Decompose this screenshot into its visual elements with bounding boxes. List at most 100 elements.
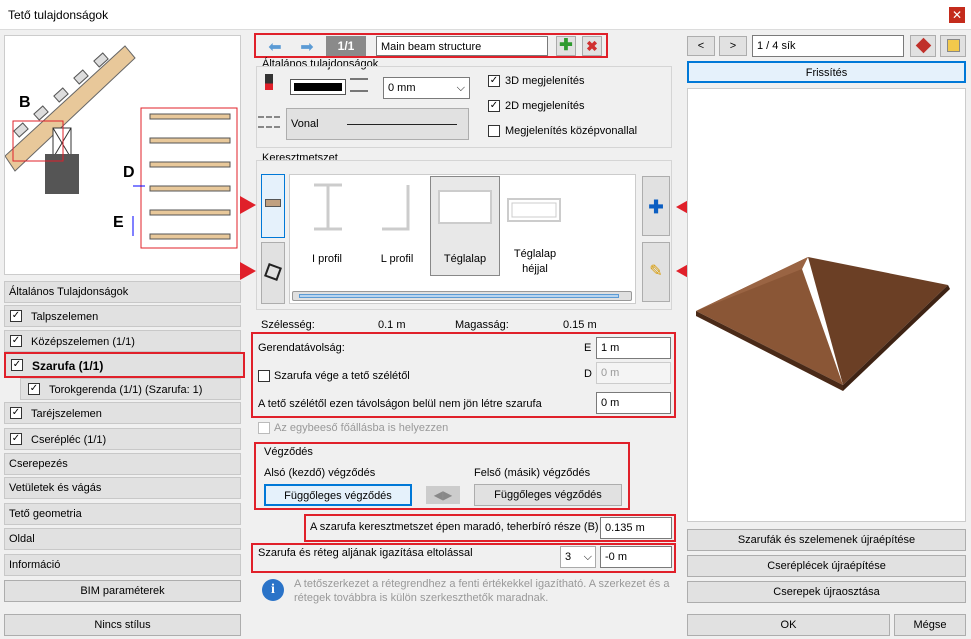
torokgerenda-checkbox[interactable]: ✓: [28, 383, 40, 395]
bucket-icon: [264, 263, 282, 281]
line-weight-icon: [350, 78, 368, 92]
height-value: 0.15 m: [563, 319, 597, 331]
lower-ending-label: Alsó (kezdő) végződés: [264, 467, 376, 479]
ok-button[interactable]: OK: [687, 614, 890, 636]
sidebar-item-kozepszelemen[interactable]: ✓ Középszelemen (1/1): [4, 330, 241, 352]
align-layer-select[interactable]: 3 ⌵: [560, 546, 596, 568]
section-informacio[interactable]: Információ: [4, 554, 241, 576]
ending-title: Végződés: [264, 446, 313, 458]
diagram-label-b: B: [19, 94, 31, 111]
pen-size-value: 0 mm: [388, 82, 416, 94]
rectangle-profile-icon: [438, 190, 492, 224]
profile-label: L profil: [380, 253, 414, 265]
title-bar: Tető tulajdonságok ✕: [0, 0, 971, 30]
material-icon[interactable]: [910, 35, 936, 57]
window-title: Tető tulajdonságok: [8, 8, 109, 22]
prev-plane-button[interactable]: <: [687, 36, 715, 56]
plane-indicator: 1 / 4 sík: [752, 35, 904, 57]
sidebar-item-tarejszelemen[interactable]: ✓ Taréjszelemen: [4, 402, 241, 424]
redistribute-tiles-button[interactable]: Cserepek újraosztása: [687, 581, 966, 603]
upper-ending-button[interactable]: Függőleges végződés: [474, 484, 622, 506]
kozepszelemen-checkbox[interactable]: ✓: [10, 335, 22, 347]
refresh-button[interactable]: Frissítés: [687, 61, 966, 83]
diagram-label-e: E: [113, 214, 124, 231]
spacing-label: Gerendatávolság:: [258, 342, 345, 354]
beam-icon: [265, 199, 281, 207]
structure-name-input[interactable]: Main beam structure: [376, 36, 548, 56]
i-profile-icon: [314, 183, 342, 231]
rafter-diagram: B D E: [4, 35, 241, 275]
cancel-button[interactable]: Mégse: [894, 614, 966, 636]
width-label: Szélesség:: [261, 319, 315, 331]
element-navigator: ⬅ ➡ 1/1 Main beam structure ✚ ✖: [254, 33, 608, 58]
delete-icon[interactable]: ✖: [582, 36, 602, 56]
centerline-checkbox[interactable]: [488, 125, 500, 137]
lower-ending-button[interactable]: Függőleges végződés: [264, 484, 412, 506]
prev-arrow-icon[interactable]: ⬅: [262, 37, 288, 56]
3d-display-checkbox[interactable]: ✓: [488, 75, 500, 87]
talpszelemen-checkbox[interactable]: ✓: [10, 310, 22, 322]
sidebar-item-label: Taréjszelemen: [31, 408, 102, 420]
add-profile-button[interactable]: ✚: [642, 176, 670, 236]
sidebar-item-label: Cserépléc (1/1): [31, 434, 107, 446]
szarufa-checkbox[interactable]: ✓: [11, 359, 23, 371]
profile-library-button[interactable]: [261, 174, 285, 238]
align-layer-value: 3: [565, 551, 572, 563]
edit-profile-button[interactable]: ✎: [642, 242, 670, 302]
bim-parameters-button[interactable]: BIM paraméterek: [4, 580, 241, 602]
spacing-key: E: [584, 342, 592, 354]
section-cserepezes[interactable]: Cserepezés: [4, 453, 241, 475]
2d-display-checkbox[interactable]: ✓: [488, 100, 500, 112]
next-arrow-icon[interactable]: ➡: [294, 37, 320, 56]
cserepelc-checkbox[interactable]: ✓: [10, 433, 22, 445]
swap-icon[interactable]: ◀▶: [426, 486, 460, 504]
main-slope-label: Az egybeeső főállásba is helyezzen: [274, 422, 449, 434]
line-type-button[interactable]: Vonal: [286, 108, 469, 140]
sidebar-item-cserepelc[interactable]: ✓ Cserépléc (1/1): [4, 428, 241, 450]
close-icon[interactable]: ✕: [949, 7, 965, 23]
profile-hollow-rectangle[interactable]: Téglalap héjjal: [502, 177, 568, 277]
rafter-diagram-svg: [4, 45, 238, 249]
style-button[interactable]: Nincs stílus: [4, 614, 241, 636]
section-oldal[interactable]: Oldal: [4, 528, 241, 550]
general-properties-header[interactable]: Általános Tulajdonságok: [4, 281, 241, 303]
section-vetuletek[interactable]: Vetületek és vágás: [4, 477, 241, 499]
profile-l[interactable]: L profil: [364, 177, 430, 273]
sidebar-item-label: Torokgerenda (1/1) (Szarufa: 1): [49, 384, 203, 396]
profile-gallery: I profil L profil Téglalap Téglalap héjj…: [289, 174, 636, 304]
remaining-section-input[interactable]: 0.135 m: [600, 517, 672, 539]
no-rafter-input[interactable]: 0 m: [596, 392, 671, 414]
3d-view-icon[interactable]: [940, 35, 966, 57]
gallery-scrollbar[interactable]: [292, 291, 632, 301]
profile-i[interactable]: I profil: [294, 177, 360, 273]
profile-label: Téglalap: [443, 253, 487, 265]
sidebar-item-szarufa[interactable]: ✓ Szarufa (1/1): [4, 352, 245, 378]
spacing-input[interactable]: 1 m: [596, 337, 671, 359]
roof-3d-model: [696, 257, 950, 391]
pen-color-swatch[interactable]: [290, 79, 346, 95]
sidebar-item-label: Talpszelemen: [31, 311, 99, 323]
main-slope-checkbox[interactable]: [258, 422, 270, 434]
sidebar-item-torokgerenda[interactable]: ✓ Torokgerenda (1/1) (Szarufa: 1): [20, 378, 241, 400]
diagram-label-d: D: [123, 164, 135, 181]
left-arrow-marker-2: [240, 262, 256, 280]
sidebar-item-talpszelemen[interactable]: ✓ Talpszelemen: [4, 305, 241, 327]
section-teto-geometria[interactable]: Tető geometria: [4, 503, 241, 525]
rebuild-rafters-button[interactable]: Szarufák és szelemenek újraépítése: [687, 529, 966, 551]
profile-label: I profil: [312, 253, 342, 265]
pen-size-select[interactable]: 0 mm ⌵: [383, 77, 470, 99]
edge-distance-input[interactable]: 0 m: [596, 362, 671, 384]
hollow-rectangle-icon: [507, 198, 561, 222]
next-plane-button[interactable]: >: [719, 36, 747, 56]
tarejszelemen-checkbox[interactable]: ✓: [10, 407, 22, 419]
rafter-end-checkbox[interactable]: [258, 370, 270, 382]
add-icon[interactable]: ✚: [556, 36, 576, 56]
custom-profile-button[interactable]: [261, 242, 285, 304]
align-offset-label: Szarufa és réteg aljának igazítása eltol…: [258, 547, 473, 559]
rebuild-battens-button[interactable]: Cseréplécek újraépítése: [687, 555, 966, 577]
profile-rectangle[interactable]: Téglalap: [430, 176, 500, 276]
align-offset-input[interactable]: -0 m: [600, 546, 672, 568]
pen-icon: [265, 74, 273, 90]
centerline-label: Megjelenítés középvonallal: [505, 125, 638, 137]
left-arrow-marker-1: [240, 196, 256, 214]
